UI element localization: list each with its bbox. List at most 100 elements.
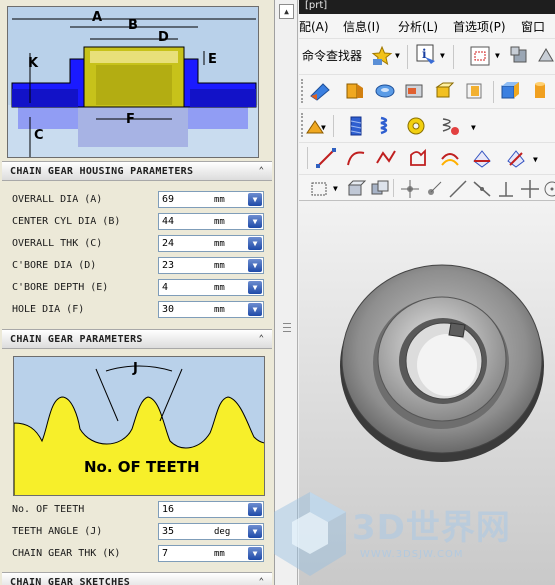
menu-analysis[interactable]: 分析(L) (398, 18, 438, 35)
collapse-icon[interactable]: ⌃ (255, 333, 268, 346)
param-unit: mm (214, 305, 225, 315)
dropdown-arrow-icon[interactable]: ▼ (248, 237, 262, 250)
dropdown-arrow-icon[interactable]: ▼ (248, 547, 262, 560)
param-value[interactable]: 35 (162, 526, 174, 537)
param-unit: mm (214, 283, 225, 293)
param-value[interactable]: 24 (162, 238, 174, 249)
thread-icon[interactable] (345, 115, 367, 137)
offset-curve-icon[interactable] (439, 147, 461, 169)
intersection-curve-icon[interactable] (505, 147, 527, 169)
menu-preferences[interactable]: 首选项(P) (453, 18, 506, 35)
select-face-icon[interactable] (369, 178, 391, 200)
hole-icon[interactable] (403, 80, 425, 102)
param-value[interactable]: 44 (162, 216, 174, 227)
toolbar-separator (393, 179, 394, 197)
project-curve-icon[interactable] (471, 147, 493, 169)
dim-K-label: K (28, 56, 39, 71)
select-body-icon[interactable] (345, 178, 367, 200)
washer-icon[interactable] (405, 115, 427, 137)
snap-line-icon[interactable] (447, 178, 469, 200)
param-unit: mm (214, 549, 225, 559)
cbore-depth-field[interactable]: 4 mm ▼ (158, 279, 264, 296)
dropdown-arrow-icon[interactable]: ▼ (248, 525, 262, 538)
scroll-grip-icon[interactable] (283, 323, 291, 332)
menu-information[interactable]: 信息(I) (343, 18, 380, 35)
arc-tool-icon[interactable] (345, 147, 367, 169)
revolve-icon[interactable] (343, 80, 365, 102)
overall-thk-field[interactable]: 24 mm ▼ (158, 235, 264, 252)
boss-icon[interactable] (433, 80, 455, 102)
param-value[interactable]: 4 (162, 282, 168, 293)
toolbar-row-1: 命令查找器 ▼ i ▼ ▼ (299, 38, 555, 74)
gear-teeth-diagram: J No. OF TEETH (13, 356, 265, 496)
dropdown-arrow-icon[interactable]: ▼ (248, 193, 262, 206)
spring-icon[interactable] (375, 115, 397, 137)
param-row-center-cyl-dia: CENTER CYL DIA (B) 44 mm ▼ (0, 212, 274, 232)
snap-perpendicular-icon[interactable] (495, 178, 517, 200)
watermark-url: WWW.3DSJW.COM (360, 549, 464, 560)
center-cyl-dia-field[interactable]: 44 mm ▼ (158, 213, 264, 230)
snap-tangent-icon[interactable] (519, 178, 541, 200)
chain-gear-thk-field[interactable]: 7 mm ▼ (158, 545, 264, 562)
view-orient-icon[interactable] (535, 45, 555, 67)
toolbar-separator (407, 45, 408, 69)
snap-center-icon[interactable] (541, 178, 555, 200)
studio-spline-icon[interactable] (375, 147, 397, 169)
pad-icon[interactable] (463, 80, 485, 102)
teeth-angle-field[interactable]: 35 deg ▼ (158, 523, 264, 540)
command-finder-star-icon[interactable] (371, 45, 393, 67)
fit-view-icon[interactable] (469, 45, 491, 67)
param-row-chain-gear-thk: CHAIN GEAR THK (K) 7 mm ▼ (0, 544, 274, 564)
param-value[interactable]: 23 (162, 260, 174, 271)
toolbar-row-4: ▼ (299, 142, 555, 174)
param-value[interactable]: 69 (162, 194, 174, 205)
housing-section-header[interactable]: CHAIN GEAR HOUSING PARAMETERS ⌃ (2, 161, 272, 181)
toolbar-row-5: ▼ (299, 174, 555, 200)
param-value[interactable]: 16 (162, 504, 174, 515)
dropdown-arrow-icon[interactable]: ▼ (248, 303, 262, 316)
helix-icon[interactable] (439, 115, 461, 137)
toolbar-grip-icon[interactable] (301, 79, 304, 103)
dropdown-arrow-icon[interactable]: ▼ (248, 215, 262, 228)
hole-dia-field[interactable]: 30 mm ▼ (158, 301, 264, 318)
housing-diagram: A B D E K C F (7, 6, 259, 158)
dim-C-label: C (34, 128, 44, 143)
dropdown-arrow-icon[interactable]: ▼ (495, 51, 500, 60)
param-row-overall-dia: OVERALL DIA (A) 69 mm ▼ (0, 190, 274, 210)
collapse-icon[interactable]: ⌃ (255, 165, 268, 178)
snap-midpoint-icon[interactable] (471, 178, 493, 200)
dropdown-arrow-icon[interactable]: ▼ (395, 51, 400, 60)
dropdown-arrow-icon[interactable]: ▼ (248, 259, 262, 272)
sketch-section-header[interactable]: CHAIN GEAR SKETCHES ⌃ (2, 572, 272, 585)
no-of-teeth-field[interactable]: 16 ▼ (158, 501, 264, 518)
dropdown-arrow-icon[interactable]: ▼ (471, 123, 476, 132)
dropdown-arrow-icon[interactable]: ▼ (248, 281, 262, 294)
snap-end-icon[interactable] (423, 178, 445, 200)
block-icon[interactable] (499, 80, 521, 102)
dropdown-arrow-icon[interactable]: ▼ (440, 51, 445, 60)
param-value[interactable]: 30 (162, 304, 174, 315)
line-tool-icon[interactable] (315, 147, 337, 169)
dropdown-arrow-icon[interactable]: ▼ (333, 184, 338, 193)
param-value[interactable]: 7 (162, 548, 168, 559)
cube-view-icon[interactable] (509, 45, 531, 67)
dropdown-arrow-icon[interactable]: ▼ (533, 155, 538, 164)
gear-section-header[interactable]: CHAIN GEAR PARAMETERS ⌃ (2, 329, 272, 349)
scroll-up-icon[interactable]: ▲ (279, 4, 294, 19)
toolbar-grip-icon[interactable] (301, 113, 304, 137)
cbore-dia-field[interactable]: 23 mm ▼ (158, 257, 264, 274)
overall-dia-field[interactable]: 69 mm ▼ (158, 191, 264, 208)
cylinder-icon[interactable] (529, 80, 551, 102)
snap-point-icon[interactable] (399, 178, 421, 200)
info-icon[interactable]: i (415, 43, 437, 65)
menu-window[interactable]: 窗口 (521, 18, 545, 35)
extrude-icon[interactable] (309, 80, 331, 102)
dropdown-arrow-icon[interactable]: ▼ (248, 503, 262, 516)
menu-assembly[interactable]: 配(A) (299, 18, 329, 35)
collapse-icon[interactable]: ⌃ (255, 576, 268, 585)
command-finder-label[interactable]: 命令查找器 (302, 47, 362, 64)
polygon-tool-icon[interactable] (407, 147, 429, 169)
sweep-icon[interactable] (374, 80, 396, 102)
dropdown-arrow-icon[interactable]: ▼ (321, 123, 326, 132)
select-box-icon[interactable] (309, 178, 331, 200)
